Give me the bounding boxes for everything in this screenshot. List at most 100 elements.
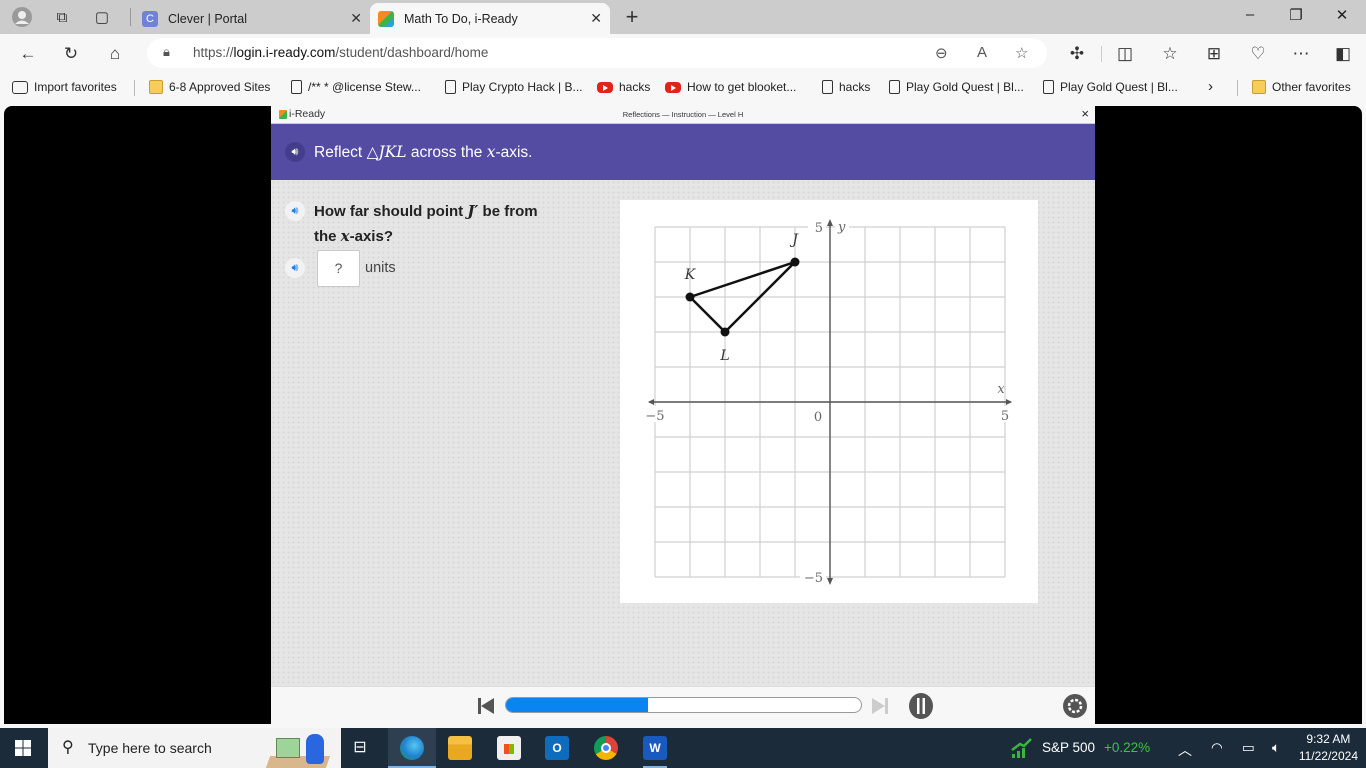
more-menu-icon[interactable]: ⋯ (1290, 43, 1312, 65)
favorite-hacks-youtube[interactable]: hacks (597, 80, 650, 94)
browser-essentials-icon[interactable]: ♡ (1247, 43, 1269, 65)
extensions-icon[interactable]: ✣ (1066, 43, 1088, 65)
sidebar-toggle-icon[interactable]: ◧ (1332, 43, 1354, 65)
favorite-gold-quest-2[interactable]: Play Gold Quest | Bl... (1043, 80, 1178, 94)
tab-iready[interactable]: Math To Do, i-Ready ✕ (370, 3, 610, 34)
answer-input[interactable]: ? (317, 250, 360, 287)
x-axis-right-arrow (1006, 399, 1012, 405)
stock-change[interactable]: +0.22% (1104, 740, 1150, 755)
restore-button[interactable]: ❐ (1286, 6, 1306, 24)
workspaces-icon[interactable]: ⧉ (52, 7, 72, 27)
tab-actions-icon[interactable]: ▢ (92, 7, 112, 27)
chrome-icon[interactable] (594, 736, 618, 760)
favorites-icon[interactable]: ☆ (1159, 43, 1181, 65)
windows-start-icon[interactable] (15, 740, 31, 756)
question-speaker-icon[interactable]: 🔊︎ (285, 201, 305, 221)
page-viewport: i-Ready Reflections — Instruction — Leve… (4, 106, 1362, 724)
folder-icon (1252, 80, 1266, 94)
x-axis-left-arrow (648, 399, 654, 405)
collections-icon[interactable]: ⊞ (1203, 43, 1225, 65)
favorite-blooket-youtube[interactable]: How to get blooket... (665, 80, 796, 94)
read-aloud-icon[interactable]: A (977, 44, 987, 61)
divider (130, 8, 131, 26)
divider (1237, 80, 1238, 96)
edge-icon (400, 736, 424, 760)
word-icon[interactable]: W (643, 736, 667, 760)
instruction-text: Reflect △JKL across the x-axis. (314, 143, 533, 161)
point-j (790, 257, 800, 267)
page-icon (822, 80, 833, 94)
address-bar-row: ← ↻ ⌂ 🔒︎ https://login.i-ready.com/stude… (0, 34, 1366, 72)
settings-gear-icon[interactable] (1062, 693, 1088, 719)
favorite-gold-quest-1[interactable]: Play Gold Quest | Bl... (889, 80, 1024, 94)
folder-icon (149, 80, 163, 94)
outlook-icon[interactable]: O (545, 736, 569, 760)
close-lesson-button[interactable]: × (1081, 106, 1089, 121)
x-axis-label: x (997, 382, 1005, 397)
favorite-label: hacks (619, 80, 651, 94)
microsoft-store-icon[interactable] (497, 736, 521, 760)
x-tick-label-max: 5 (1001, 409, 1009, 424)
skip-back-icon[interactable] (477, 696, 495, 716)
refresh-button[interactable]: ↻ (60, 43, 82, 65)
import-icon (12, 80, 28, 94)
y-axis-down-arrow (827, 578, 833, 585)
skip-forward-icon[interactable] (871, 696, 889, 716)
point-l (720, 327, 730, 337)
tab-clever-portal[interactable]: C Clever | Portal ✕ (134, 3, 370, 34)
lock-icon[interactable]: 🔒︎ (163, 44, 170, 60)
favorite-hacks[interactable]: hacks (822, 80, 870, 94)
volume-icon[interactable]: 🔈︎ (1272, 740, 1280, 756)
favorite-label: /** * @license Stew... (308, 80, 421, 94)
page-icon (1043, 80, 1054, 94)
favorite-folder-approved-sites[interactable]: 6-8 Approved Sites (149, 80, 270, 94)
zoom-out-icon[interactable]: ⊖ (935, 44, 948, 62)
taskbar-edge-active[interactable] (388, 728, 436, 768)
show-hidden-icons-chevron-icon[interactable]: ︿ (1178, 740, 1192, 760)
taskbar-search-box[interactable]: ⚲ Type here to search (48, 728, 341, 768)
favorite-import[interactable]: Import favorites (12, 80, 117, 94)
favorite-star-icon[interactable]: ☆ (1015, 44, 1028, 62)
battery-icon[interactable]: ▭ (1242, 740, 1255, 756)
favorite-crypto-hack[interactable]: Play Crypto Hack | B... (445, 80, 583, 94)
split-screen-icon[interactable]: ◫ (1114, 43, 1136, 65)
back-button[interactable]: ← (17, 43, 39, 65)
address-bar[interactable]: 🔒︎ https://login.i-ready.com/student/das… (147, 38, 1047, 68)
favorite-label: Play Gold Quest | Bl... (906, 80, 1024, 94)
answer-speaker-icon[interactable]: 🔊︎ (285, 258, 305, 278)
favorite-other-favorites[interactable]: Other favorites (1252, 80, 1351, 94)
system-clock[interactable]: 9:32 AM 11/22/2024 (1299, 731, 1358, 765)
search-placeholder: Type here to search (88, 740, 212, 756)
stock-trend-icon[interactable] (1010, 736, 1034, 760)
point-label-k: K (684, 267, 697, 283)
file-explorer-icon[interactable] (448, 736, 472, 760)
close-tab-icon[interactable]: ✕ (590, 10, 602, 27)
home-button[interactable]: ⌂ (104, 43, 126, 65)
youtube-icon (597, 81, 613, 93)
answer-unit-label: units (365, 260, 396, 276)
pause-button[interactable] (908, 693, 934, 719)
speaker-icon[interactable]: 🔊︎ (285, 142, 305, 162)
lesson-progress-bar[interactable] (505, 697, 862, 713)
task-view-icon[interactable]: ⊟ (348, 736, 372, 760)
more-favorites-chevron-icon[interactable]: › (1208, 78, 1213, 95)
point-label-j: J (789, 232, 799, 248)
browser-tab-bar: ⧉ ▢ C Clever | Portal ✕ Math To Do, i-Re… (0, 0, 1366, 34)
wifi-icon[interactable]: ◠ (1211, 740, 1223, 756)
close-window-button[interactable]: ✕ (1332, 6, 1352, 24)
minimize-button[interactable]: – (1240, 6, 1260, 23)
new-tab-button[interactable]: + (620, 4, 644, 30)
profile-avatar-icon[interactable] (12, 7, 32, 27)
question-area: 🔊︎ How far should point J′ be from the x-… (271, 180, 1095, 686)
coordinate-graph: 5 −5 −5 5 0 y x J K L (643, 219, 1012, 586)
favorite-license[interactable]: /** * @license Stew... (291, 80, 421, 94)
point-k (685, 292, 695, 302)
stock-name[interactable]: S&P 500 (1042, 740, 1095, 755)
url-text[interactable]: https://login.i-ready.com/student/dashbo… (193, 45, 488, 60)
close-tab-icon[interactable]: ✕ (350, 10, 362, 27)
favorite-label: Play Gold Quest | Bl... (1060, 80, 1178, 94)
clock-date: 11/22/2024 (1298, 749, 1358, 763)
favorite-label: Play Crypto Hack | B... (462, 80, 583, 94)
page-icon (889, 80, 900, 94)
progress-fill (506, 698, 648, 712)
